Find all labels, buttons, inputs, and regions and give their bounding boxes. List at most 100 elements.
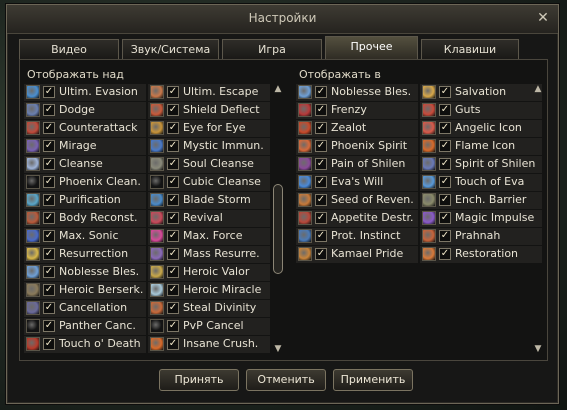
buff-checkbox[interactable]: ✓ [439,194,451,206]
buff-row[interactable]: ✓ Ultim. Evasion [24,84,146,101]
buff-row[interactable]: ✓ Magic Impulse [420,210,542,227]
scroll-up-icon[interactable]: ▲ [533,84,543,94]
buff-checkbox[interactable]: ✓ [43,338,55,350]
buff-row[interactable]: ✓ Mass Resurre. [148,246,270,263]
buff-checkbox[interactable]: ✓ [43,104,55,116]
buff-row[interactable]: ✓ Heroic Valor [148,264,270,281]
buff-checkbox[interactable]: ✓ [43,248,55,260]
buff-row[interactable]: ✓ Max. Force [148,228,270,245]
buff-row[interactable]: ✓ Salvation [420,84,542,101]
buff-row[interactable]: ✓ Shield Deflect [148,102,270,119]
tab-sound-system[interactable]: Звук/Система [122,39,219,59]
buff-checkbox[interactable]: ✓ [43,284,55,296]
buff-checkbox[interactable]: ✓ [439,140,451,152]
apply-button[interactable]: Применить [333,369,413,391]
buff-row[interactable]: ✓ Phoenix Spirit [296,138,418,155]
tab-other[interactable]: Прочее [325,36,418,59]
buff-checkbox[interactable]: ✓ [43,176,55,188]
buff-row[interactable]: ✓ Insane Crush. [148,336,270,353]
buff-checkbox[interactable]: ✓ [167,176,179,188]
buff-checkbox[interactable]: ✓ [315,212,327,224]
buff-row[interactable]: ✓ Guts [420,102,542,119]
buff-row[interactable]: ✓ Frenzy [296,102,418,119]
left-scrollbar[interactable]: ▲ ▼ [273,84,283,354]
scroll-up-icon[interactable]: ▲ [273,84,283,94]
buff-row[interactable]: ✓ Phoenix Clean. [24,174,146,191]
buff-row[interactable]: ✓ Cancellation [24,300,146,317]
buff-row[interactable]: ✓ Resurrection [24,246,146,263]
buff-checkbox[interactable]: ✓ [167,248,179,260]
scroll-down-icon[interactable]: ▼ [273,344,283,354]
buff-checkbox[interactable]: ✓ [43,86,55,98]
buff-checkbox[interactable]: ✓ [315,176,327,188]
buff-checkbox[interactable]: ✓ [315,194,327,206]
buff-row[interactable]: ✓ Ench. Barrier [420,192,542,209]
buff-checkbox[interactable]: ✓ [43,320,55,332]
buff-checkbox[interactable]: ✓ [167,320,179,332]
tab-video[interactable]: Видео [19,39,119,59]
buff-row[interactable]: ✓ Blade Storm [148,192,270,209]
cancel-button[interactable]: Отменить [246,369,326,391]
buff-row[interactable]: ✓ Touch o' Death [24,336,146,353]
buff-row[interactable]: ✓ Heroic Miracle [148,282,270,299]
buff-checkbox[interactable]: ✓ [167,158,179,170]
buff-row[interactable]: ✓ Mystic Immun. [148,138,270,155]
buff-checkbox[interactable]: ✓ [43,266,55,278]
buff-row[interactable]: ✓ Angelic Icon [420,120,542,137]
title-bar[interactable]: Настройки ✕ [7,5,558,34]
buff-checkbox[interactable]: ✓ [167,194,179,206]
buff-row[interactable]: ✓ Cubic Cleanse [148,174,270,191]
buff-checkbox[interactable]: ✓ [315,248,327,260]
buff-row[interactable]: ✓ Mirage [24,138,146,155]
buff-row[interactable]: ✓ Eye for Eye [148,120,270,137]
buff-checkbox[interactable]: ✓ [167,338,179,350]
buff-checkbox[interactable]: ✓ [167,212,179,224]
buff-checkbox[interactable]: ✓ [43,230,55,242]
buff-checkbox[interactable]: ✓ [315,122,327,134]
buff-row[interactable]: ✓ PvP Cancel [148,318,270,335]
buff-checkbox[interactable]: ✓ [167,230,179,242]
buff-checkbox[interactable]: ✓ [43,140,55,152]
buff-checkbox[interactable]: ✓ [167,284,179,296]
buff-row[interactable]: ✓ Counterattack [24,120,146,137]
buff-checkbox[interactable]: ✓ [315,140,327,152]
buff-row[interactable]: ✓ Max. Sonic [24,228,146,245]
buff-row[interactable]: ✓ Revival [148,210,270,227]
buff-checkbox[interactable]: ✓ [439,212,451,224]
buff-checkbox[interactable]: ✓ [315,104,327,116]
buff-checkbox[interactable]: ✓ [43,302,55,314]
buff-row[interactable]: ✓ Steal Divinity [148,300,270,317]
buff-checkbox[interactable]: ✓ [439,86,451,98]
scroll-thumb[interactable] [273,184,283,274]
buff-row[interactable]: ✓ Flame Icon [420,138,542,155]
buff-row[interactable]: ✓ Ultim. Escape [148,84,270,101]
right-scrollbar[interactable]: ▲ ▼ [533,84,543,354]
buff-checkbox[interactable]: ✓ [167,140,179,152]
buff-checkbox[interactable]: ✓ [315,230,327,242]
buff-checkbox[interactable]: ✓ [167,122,179,134]
buff-row[interactable]: ✓ Eva's Will [296,174,418,191]
close-icon[interactable]: ✕ [536,11,550,25]
buff-row[interactable]: ✓ Prot. Instinct [296,228,418,245]
buff-row[interactable]: ✓ Appetite Destr. [296,210,418,227]
buff-row[interactable]: ✓ Soul Cleanse [148,156,270,173]
buff-row[interactable]: ✓ Cleanse [24,156,146,173]
buff-row[interactable]: ✓ Body Reconst. [24,210,146,227]
buff-checkbox[interactable]: ✓ [43,212,55,224]
buff-row[interactable]: ✓ Panther Canc. [24,318,146,335]
buff-checkbox[interactable]: ✓ [315,86,327,98]
buff-checkbox[interactable]: ✓ [43,194,55,206]
buff-row[interactable]: ✓ Seed of Reven. [296,192,418,209]
buff-checkbox[interactable]: ✓ [439,122,451,134]
buff-row[interactable]: ✓ Prahnah [420,228,542,245]
buff-checkbox[interactable]: ✓ [43,158,55,170]
buff-checkbox[interactable]: ✓ [439,230,451,242]
buff-row[interactable]: ✓ Pain of Shilen [296,156,418,173]
buff-checkbox[interactable]: ✓ [167,104,179,116]
buff-checkbox[interactable]: ✓ [167,302,179,314]
buff-checkbox[interactable]: ✓ [167,266,179,278]
buff-row[interactable]: ✓ Noblesse Bles. [24,264,146,281]
buff-checkbox[interactable]: ✓ [439,104,451,116]
buff-row[interactable]: ✓ Kamael Pride [296,246,418,263]
buff-checkbox[interactable]: ✓ [43,122,55,134]
